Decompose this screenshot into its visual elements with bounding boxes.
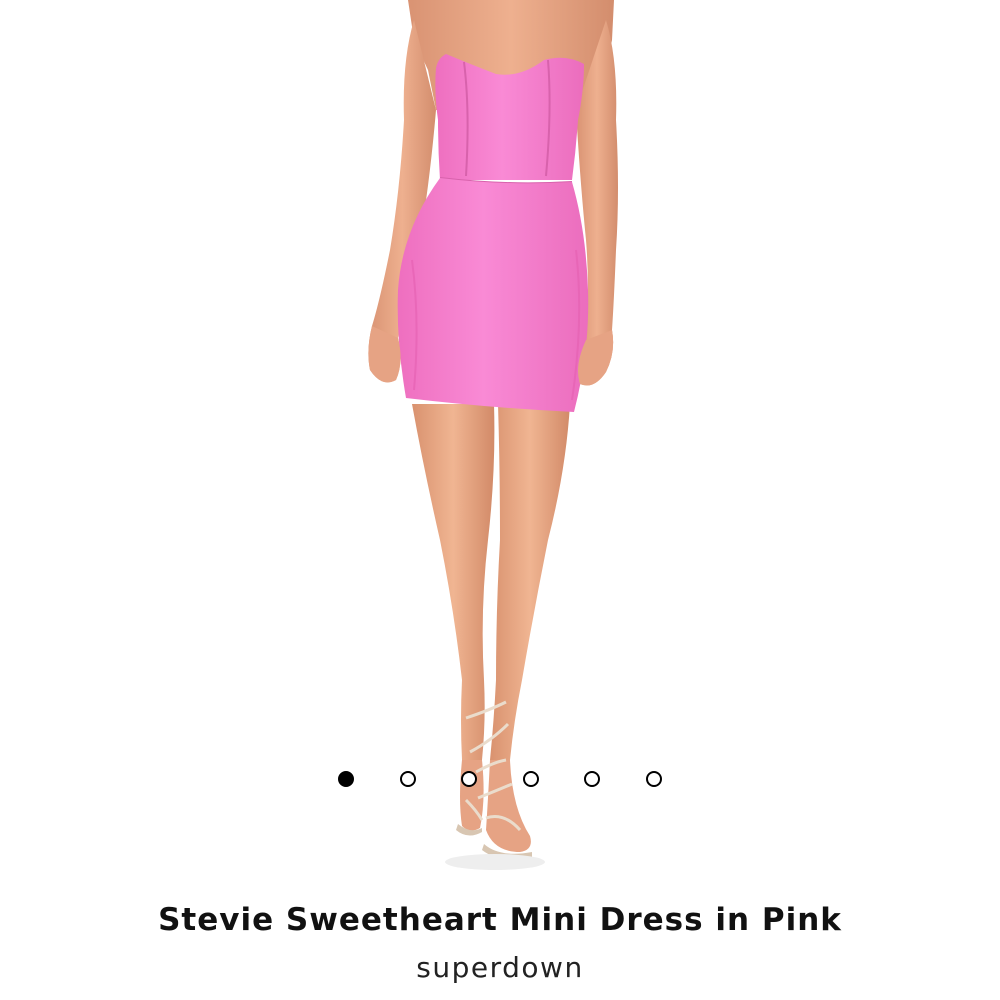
- floor-shadow: [445, 854, 545, 870]
- carousel-dot-3[interactable]: [461, 771, 477, 787]
- carousel-dot-2[interactable]: [400, 771, 416, 787]
- product-image[interactable]: [0, 0, 1000, 880]
- dress-skirt: [397, 178, 589, 412]
- model-left-leg: [412, 404, 495, 760]
- product-page: Stevie Sweetheart Mini Dress in Pink sup…: [0, 0, 1000, 1000]
- product-image-carousel[interactable]: [0, 0, 1000, 880]
- carousel-dot-6[interactable]: [646, 771, 662, 787]
- carousel-dot-1[interactable]: [338, 771, 354, 787]
- product-title: Stevie Sweetheart Mini Dress in Pink: [158, 902, 842, 938]
- carousel-dot-4[interactable]: [523, 771, 539, 787]
- carousel-dot-5[interactable]: [584, 771, 600, 787]
- product-brand-link[interactable]: superdown: [0, 948, 1000, 988]
- carousel-pagination: [0, 771, 1000, 793]
- model-right-leg: [490, 404, 570, 760]
